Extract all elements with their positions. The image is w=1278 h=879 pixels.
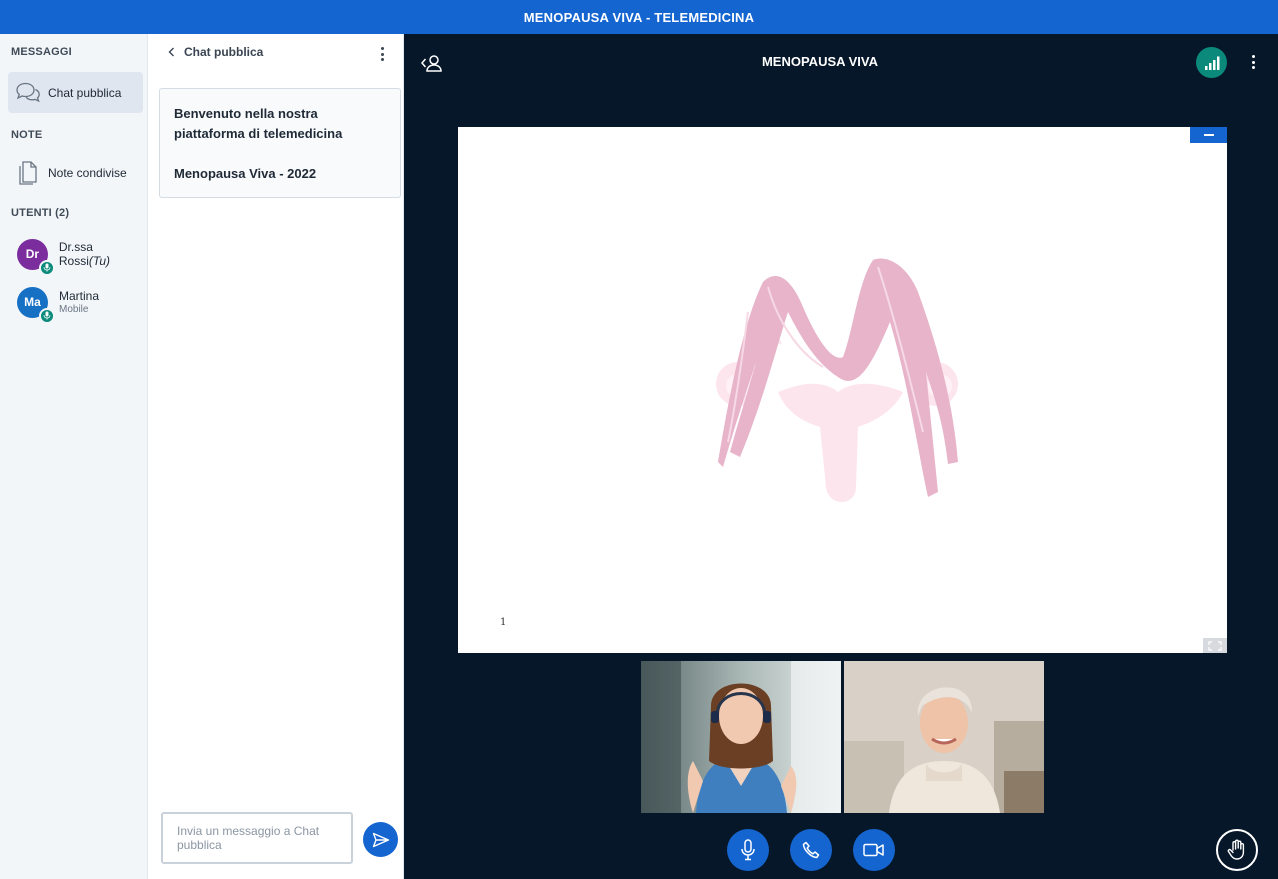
microphone-button[interactable] (727, 829, 769, 871)
microphone-icon (741, 839, 755, 861)
avatar: Dr (17, 238, 55, 276)
meeting-title: MENOPAUSA VIVA (761, 54, 879, 69)
chat-options-icon[interactable] (378, 45, 386, 63)
doctor-video-image (641, 661, 841, 813)
phone-icon (802, 841, 820, 859)
signal-bars-icon (1204, 56, 1219, 70)
user-name: Martina Mobile (59, 289, 100, 315)
video-camera-icon (863, 843, 884, 857)
self-tag: (Tu) (88, 254, 110, 268)
app-title-bar: MENOPAUSA VIVA - TELEMEDICINA (0, 0, 1278, 34)
fullscreen-button[interactable] (1203, 638, 1227, 653)
user-name: Dr.ssa Rossi(Tu) (58, 240, 110, 268)
presentation-area: MENOPAUSA VIVA 1 (404, 34, 1278, 879)
presentation-slide: 1 (458, 127, 1227, 653)
notes-section-title: NOTE (11, 129, 43, 141)
app-title: MENOPAUSA VIVA - TELEMEDICINA (523, 9, 755, 25)
shared-notes-nav-item[interactable]: Note condivise (8, 152, 143, 193)
send-icon (372, 832, 389, 847)
connection-status-button[interactable] (1196, 47, 1227, 78)
phone-audio-button[interactable] (790, 829, 832, 871)
chat-title: Chat pubblica (184, 45, 264, 59)
chat-bubbles-icon (8, 81, 48, 105)
microphone-icon (38, 259, 55, 276)
chat-message-input[interactable]: Invia un messaggio a Chat pubblica (161, 812, 353, 864)
user-item-rossi[interactable]: Dr Dr.ssa Rossi(Tu) (17, 236, 147, 276)
document-icon (8, 160, 48, 186)
messages-section-title: MESSAGGI (11, 46, 72, 58)
fullscreen-icon (1208, 640, 1222, 651)
user-item-martina[interactable]: Ma Martina Mobile (17, 284, 100, 324)
public-chat-panel: Chat pubblica Benvenuto nella nostra pia… (148, 34, 404, 879)
menopausa-viva-logo (716, 258, 958, 502)
send-message-button[interactable] (363, 822, 398, 857)
user-device: Mobile (59, 304, 89, 315)
user-list-panel: MESSAGGI Chat pubblica NOTE Note condivi… (0, 34, 148, 879)
welcome-signature: Menopausa Viva - 2022 (174, 166, 317, 181)
public-chat-label: Chat pubblica (48, 85, 122, 100)
welcome-message: Benvenuto nella nostra piattaforma di te… (159, 88, 401, 198)
users-section-title: UTENTI (2) (11, 207, 70, 219)
minimize-presentation-button[interactable] (1190, 127, 1227, 143)
welcome-text: Benvenuto nella nostra piattaforma di te… (174, 106, 343, 141)
microphone-icon (39, 307, 55, 324)
public-chat-nav-item[interactable]: Chat pubblica (8, 72, 143, 113)
patient-video-image (844, 661, 1044, 813)
doctor-video[interactable] (641, 661, 841, 813)
chat-back-button[interactable]: Chat pubblica (166, 45, 263, 59)
avatar: Ma (17, 286, 55, 324)
patient-video[interactable] (844, 661, 1044, 813)
raise-hand-button[interactable] (1216, 829, 1258, 871)
hand-icon (1227, 839, 1245, 860)
shared-notes-label: Note condivise (48, 165, 127, 180)
slide-number: 1 (500, 617, 507, 628)
options-menu-icon[interactable] (1249, 53, 1257, 71)
camera-button[interactable] (853, 829, 895, 871)
minus-icon (1203, 134, 1214, 136)
chevron-left-icon (168, 47, 174, 57)
